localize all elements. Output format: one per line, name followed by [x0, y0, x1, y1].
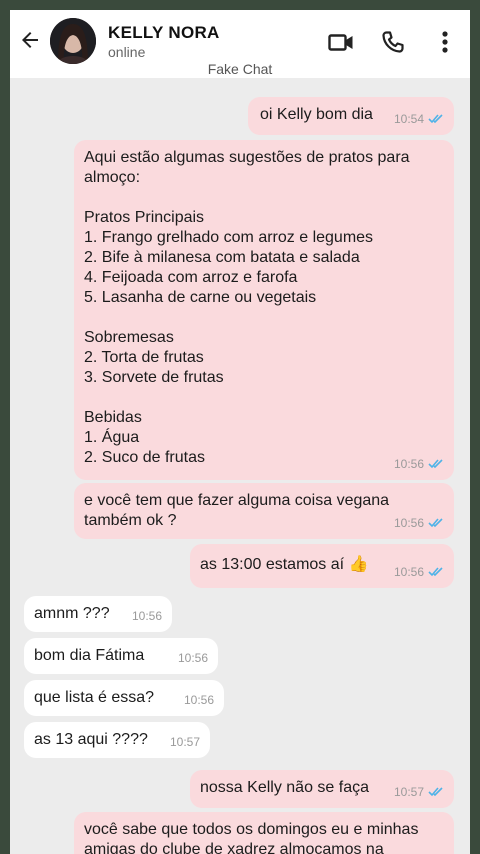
message-text: você sabe que todos os domingos eu e min…	[84, 821, 423, 854]
app-subtitle: Fake Chat	[207, 61, 273, 77]
message-bubble-incoming[interactable]: amnm ??? 10:56	[24, 596, 172, 632]
message-time: 10:56	[183, 693, 214, 707]
message-time: 10:56	[393, 565, 424, 579]
back-arrow-icon[interactable]	[18, 28, 42, 52]
message-bubble-outgoing[interactable]: as 13:00 estamos aí 👍 10:56	[190, 544, 454, 588]
message-meta: 10:56	[178, 648, 208, 668]
chat-screen: KELLY NORA online Fake Chat oi Kelly bom…	[10, 10, 470, 854]
read-ticks-icon	[428, 114, 443, 124]
message-meta: 10:56	[184, 690, 214, 710]
contact-name[interactable]: KELLY NORA	[108, 23, 220, 43]
message-bubble-incoming[interactable]: que lista é essa? 10:56	[24, 680, 224, 716]
message-meta: 10:56	[132, 606, 162, 626]
message-bubble-incoming[interactable]: as 13 aqui ???? 10:57	[24, 722, 210, 758]
message-meta: 10:56	[394, 454, 444, 474]
message-text: Aqui estão algumas sugestões de pratos p…	[84, 149, 410, 466]
message-meta: 10:57	[394, 782, 444, 802]
avatar[interactable]	[50, 18, 96, 64]
more-vert-icon[interactable]	[438, 29, 452, 55]
message-bubble-outgoing[interactable]: nossa Kelly não se faça 10:57	[190, 770, 454, 808]
message-list[interactable]: oi Kelly bom dia 10:54 Aqui estão alguma…	[10, 78, 470, 854]
message-bubble-outgoing[interactable]: Aqui estão algumas sugestões de pratos p…	[74, 140, 454, 480]
message-time: 10:56	[393, 457, 424, 471]
message-text: e você tem que fazer alguma coisa vegana…	[84, 492, 394, 529]
message-bubble-outgoing[interactable]: e você tem que fazer alguma coisa vegana…	[74, 483, 454, 539]
message-bubble-incoming[interactable]: bom dia Fátima 10:56	[24, 638, 218, 674]
message-time: 10:57	[393, 785, 424, 799]
message-meta: 10:54	[394, 109, 444, 129]
message-time: 10:56	[131, 609, 162, 623]
video-call-icon[interactable]	[328, 29, 354, 55]
phone-icon[interactable]	[380, 29, 406, 55]
message-meta: 10:57	[170, 732, 200, 752]
message-bubble-outgoing[interactable]: você sabe que todos os domingos eu e min…	[74, 812, 454, 854]
avatar-photo-icon	[50, 18, 96, 64]
read-ticks-icon	[428, 459, 443, 469]
read-ticks-icon	[428, 787, 443, 797]
message-bubble-outgoing[interactable]: oi Kelly bom dia 10:54	[248, 97, 454, 135]
message-time: 10:54	[393, 112, 424, 126]
message-meta: 10:56	[394, 513, 444, 533]
message-time: 10:57	[169, 735, 200, 749]
contact-status: online	[108, 44, 146, 60]
message-time: 10:56	[393, 516, 424, 530]
message-meta: 10:56	[394, 562, 444, 582]
read-ticks-icon	[428, 518, 443, 528]
chat-header: KELLY NORA online Fake Chat	[10, 10, 470, 78]
message-time: 10:56	[177, 651, 208, 665]
read-ticks-icon	[428, 567, 443, 577]
